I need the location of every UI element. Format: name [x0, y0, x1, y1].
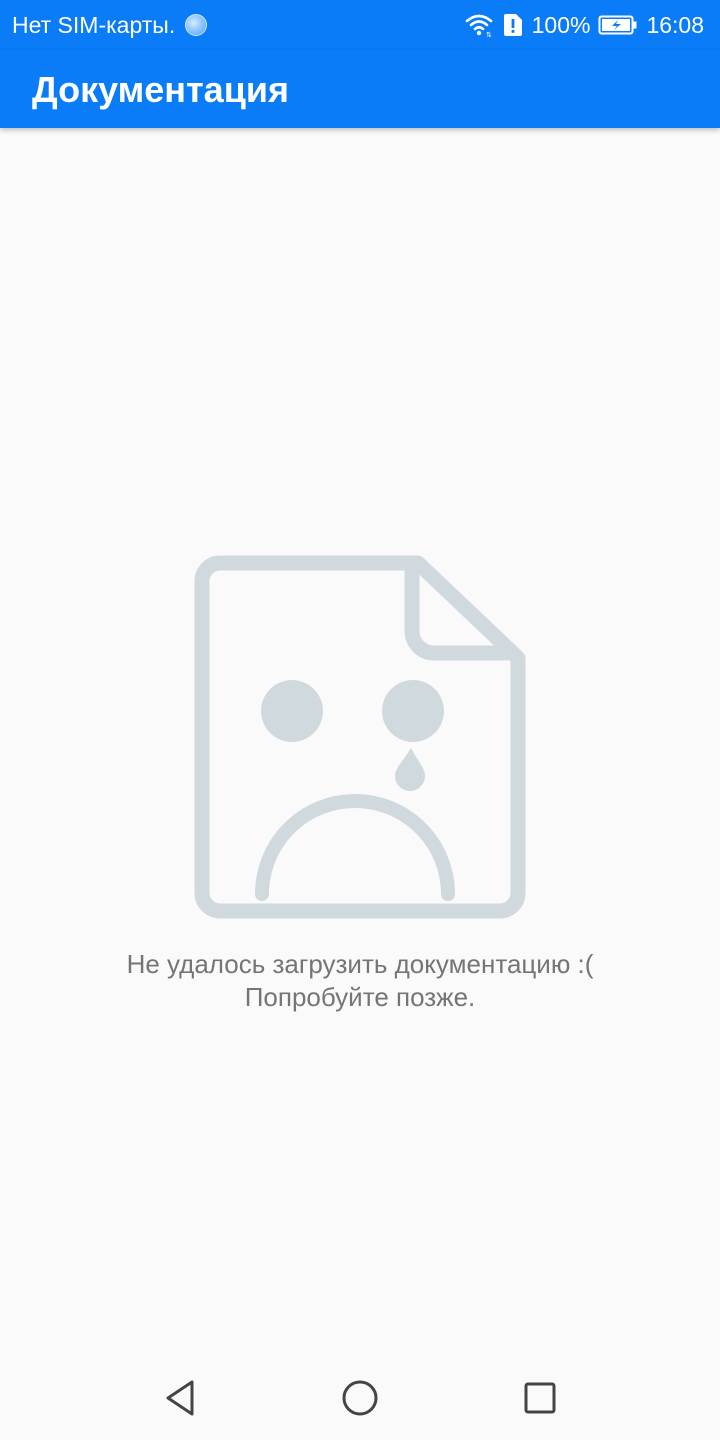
- battery-charging-icon: [598, 14, 638, 36]
- back-button[interactable]: [158, 1376, 202, 1420]
- wifi-icon: ⇅: [464, 12, 494, 38]
- home-button[interactable]: [338, 1376, 382, 1420]
- page-title: Документация: [32, 69, 289, 110]
- recents-icon: [524, 1382, 556, 1414]
- battery-percent: 100%: [531, 12, 591, 38]
- navigation-bar: [0, 1356, 720, 1440]
- status-right: ⇅ 100% 16:08: [464, 11, 704, 39]
- error-message: Не удалось загрузить документацию :( Поп…: [0, 948, 720, 1014]
- sync-icon: [185, 14, 208, 36]
- back-icon: [166, 1380, 194, 1416]
- recents-button[interactable]: [518, 1376, 562, 1420]
- error-message-line-2: Попробуйте позже.: [244, 982, 476, 1012]
- alert-icon: [502, 12, 524, 38]
- clock: 16:08: [646, 12, 704, 38]
- svg-text:⇅: ⇅: [486, 31, 492, 38]
- sad-document-icon: [190, 548, 535, 933]
- error-message-line-1: Не удалось загрузить документацию :(: [126, 949, 594, 979]
- screen: Нет SIM-карты. ⇅ 100% 16:08 Документация…: [0, 0, 720, 1440]
- status-left: Нет SIM-карты.: [12, 11, 208, 39]
- app-bar: Документация: [0, 50, 720, 128]
- status-bar: Нет SIM-карты. ⇅ 100% 16:08: [0, 0, 720, 50]
- home-icon: [342, 1380, 378, 1416]
- carrier-text: Нет SIM-карты.: [12, 12, 176, 38]
